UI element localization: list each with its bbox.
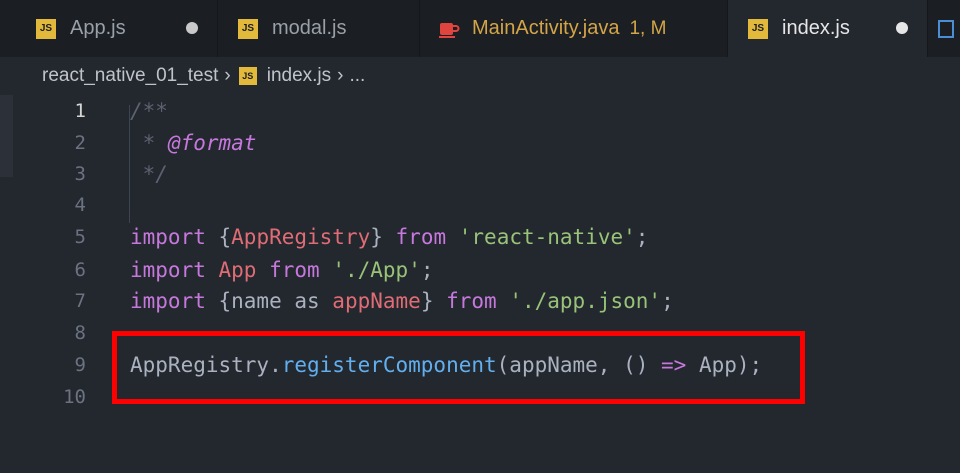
unsaved-dot-icon[interactable] xyxy=(186,22,198,34)
code-line[interactable]: 3 */ xyxy=(0,158,960,189)
line-number: 5 xyxy=(74,225,86,248)
code-token: 'react-native' xyxy=(458,224,636,249)
tab-label: MainActivity.java xyxy=(472,17,620,39)
tab-label: index.js xyxy=(782,17,850,39)
code-token: } xyxy=(420,288,447,313)
code-line[interactable]: 4 xyxy=(0,189,960,220)
code-line[interactable]: 1 /** xyxy=(0,95,960,126)
tab-label: modal.js xyxy=(272,17,347,39)
breadcrumb: react_native_01_test › JS index.js › ... xyxy=(0,57,960,95)
line-number: 1 xyxy=(74,99,86,122)
line-number: 9 xyxy=(74,353,86,376)
code-token: from xyxy=(446,288,497,313)
code-token: ; xyxy=(635,224,649,249)
line-number: 6 xyxy=(74,258,86,281)
breadcrumb-more[interactable]: ... xyxy=(349,65,365,87)
code-text: */ xyxy=(130,162,168,186)
chevron-right-icon: › xyxy=(337,65,344,86)
code-token: {name as xyxy=(205,288,333,313)
code-line[interactable]: 6 import App from './App'; xyxy=(0,254,960,285)
code-token: import xyxy=(130,257,206,282)
code-token: @format xyxy=(167,130,257,155)
code-editor[interactable]: 1/** 2 * @format 3 */4 5 import {AppRegistry… xyxy=(0,95,960,473)
split-editor-icon xyxy=(938,19,954,38)
code-token: './App' xyxy=(332,257,421,282)
breadcrumb-file[interactable]: index.js xyxy=(267,65,331,87)
code-token: import xyxy=(130,224,206,249)
tab-overflow[interactable] xyxy=(928,0,960,57)
tab-app-js[interactable]: JS App.js xyxy=(0,0,218,57)
code-token: from xyxy=(395,224,447,249)
js-icon: JS xyxy=(748,18,768,39)
tab-modal-js[interactable]: JS modal.js xyxy=(218,0,420,57)
code-token: import xyxy=(130,288,206,313)
code-line[interactable]: 2 * @format xyxy=(0,127,960,158)
code-text: * @format xyxy=(130,130,257,155)
code-text: /** xyxy=(130,99,168,123)
tab-label: App.js xyxy=(70,17,126,39)
code-token: * xyxy=(130,130,168,155)
java-icon xyxy=(439,22,460,38)
code-token: */ xyxy=(130,161,168,186)
code-token: './app.json' xyxy=(509,288,662,313)
unsaved-dot-icon[interactable] xyxy=(896,22,908,34)
js-icon: JS xyxy=(238,67,257,85)
code-token: /** xyxy=(130,98,168,123)
tab-bar: JS App.js JS modal.js MainActivity.java … xyxy=(0,0,960,57)
chevron-right-icon: › xyxy=(224,65,231,86)
tab-index-js[interactable]: JS index.js xyxy=(728,0,928,57)
code-token: { xyxy=(205,224,232,249)
git-status-badge: 1, M xyxy=(629,17,667,39)
highlight-annotation-box xyxy=(112,331,805,404)
code-token: from xyxy=(269,257,320,282)
js-icon: JS xyxy=(36,18,56,39)
line-number: 3 xyxy=(74,162,86,185)
code-token: AppRegistry xyxy=(231,224,371,249)
line-number: 10 xyxy=(63,385,86,408)
breadcrumb-folder[interactable]: react_native_01_test xyxy=(42,65,218,87)
code-token: App xyxy=(218,257,257,282)
code-token: } xyxy=(370,224,396,249)
tab-mainactivity-java[interactable]: MainActivity.java 1, M xyxy=(420,0,728,57)
code-text: import {AppRegistry} from 'react-native'… xyxy=(130,225,648,249)
code-token: ; xyxy=(420,257,434,282)
indent-guide xyxy=(129,105,130,223)
code-line[interactable]: 7 import {name as appName} from './app.js… xyxy=(0,285,960,316)
line-number: 2 xyxy=(74,131,86,154)
code-line[interactable]: 5 import {AppRegistry} from 'react-native… xyxy=(0,221,960,252)
code-text: import {name as appName} from './app.jso… xyxy=(130,289,674,313)
line-number: 7 xyxy=(74,289,86,312)
line-number: 4 xyxy=(74,193,86,216)
js-icon: JS xyxy=(238,18,258,39)
code-token: appName xyxy=(332,288,421,313)
code-token: ; xyxy=(661,288,674,313)
code-text: import App from './App'; xyxy=(130,258,434,282)
line-number: 8 xyxy=(74,321,86,344)
